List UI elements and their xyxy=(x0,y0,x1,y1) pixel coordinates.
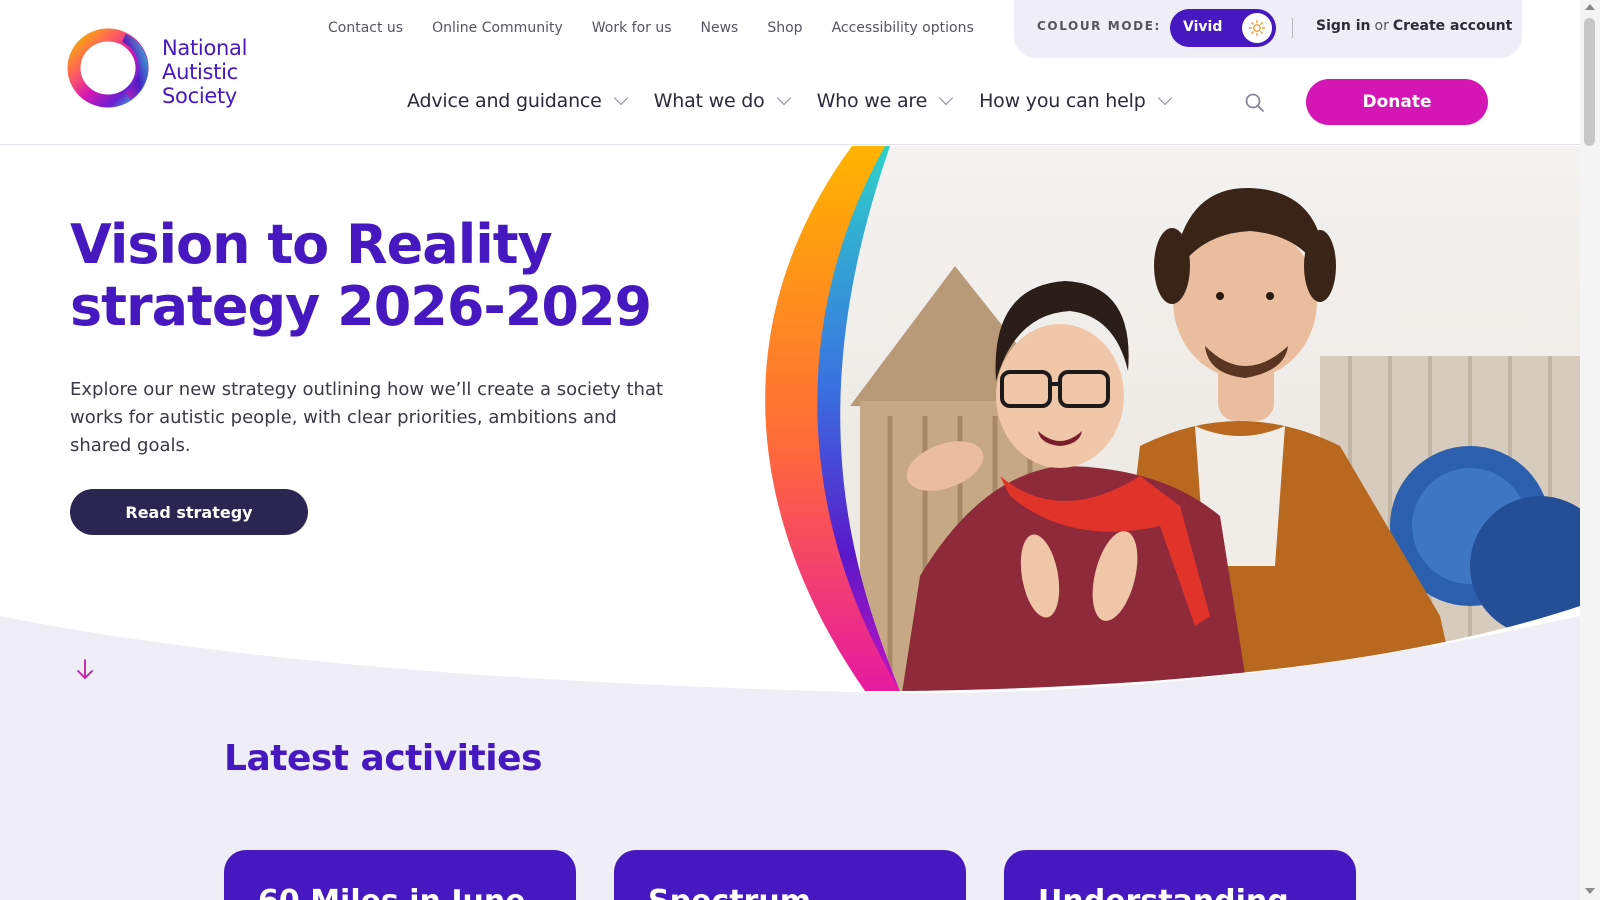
nav-item-advice-and-guidance[interactable]: Advice and guidance xyxy=(407,90,628,112)
colour-mode-value: Vivid xyxy=(1183,19,1223,35)
scroll-down-arrow-icon[interactable] xyxy=(1585,888,1595,894)
create-account-link[interactable]: Create account xyxy=(1393,18,1512,34)
hero-description: Explore our new strategy outlining how w… xyxy=(70,379,664,456)
chevron-down-icon xyxy=(776,90,791,106)
chevron-down-icon xyxy=(939,90,954,106)
divider xyxy=(1292,18,1293,38)
scrollbar-thumb[interactable] xyxy=(1584,18,1595,146)
scroll-down-button[interactable] xyxy=(74,658,96,682)
sun-icon xyxy=(1242,13,1272,43)
site-logo[interactable]: National Autistic Society xyxy=(66,26,276,112)
utility-nav: Contact us Online Community Work for us … xyxy=(328,17,1003,39)
page-scrollbar[interactable] xyxy=(1580,0,1600,900)
chevron-down-icon xyxy=(613,90,628,106)
nav-item-how-you-can-help[interactable]: How you can help xyxy=(979,90,1172,112)
latest-activities-heading: Latest activities xyxy=(224,738,542,779)
hero-title-line: Vision to Reality xyxy=(70,213,553,276)
util-link-contact-us[interactable]: Contact us xyxy=(328,17,403,39)
logo-ring-icon xyxy=(67,28,149,108)
account-or-text: or xyxy=(1374,18,1389,34)
nav-item-who-we-are[interactable]: Who we are xyxy=(816,90,954,112)
donate-button[interactable]: Donate xyxy=(1306,79,1488,125)
util-link-shop[interactable]: Shop xyxy=(767,17,802,39)
arrow-down-icon xyxy=(77,659,93,679)
search-icon xyxy=(1245,93,1264,112)
logo-line: Autistic xyxy=(162,60,238,84)
activity-card-60-miles-in-june[interactable]: 60 Miles in June xyxy=(224,850,576,900)
activity-card-spectrum[interactable]: Spectrum xyxy=(614,850,966,900)
activity-card-understanding[interactable]: Understanding xyxy=(1004,850,1356,900)
util-link-accessibility-options[interactable]: Accessibility options xyxy=(832,17,974,39)
scroll-up-arrow-icon[interactable] xyxy=(1585,4,1595,10)
activity-card-title: Spectrum xyxy=(648,884,811,900)
nav-item-label: Advice and guidance xyxy=(407,90,602,112)
logo-line: Society xyxy=(162,84,238,108)
util-link-online-community[interactable]: Online Community xyxy=(432,17,563,39)
hero-title-line: strategy 2026-2029 xyxy=(70,275,652,338)
nav-item-label: What we do xyxy=(653,90,765,112)
search-button[interactable] xyxy=(1244,92,1266,114)
util-link-news[interactable]: News xyxy=(701,17,739,39)
colour-mode-label: COLOUR MODE: xyxy=(1037,19,1161,33)
nav-item-what-we-do[interactable]: What we do xyxy=(653,90,791,112)
account-links: Sign in or Create account xyxy=(1316,18,1512,34)
activity-card-title: Understanding xyxy=(1038,884,1289,900)
util-link-work-for-us[interactable]: Work for us xyxy=(592,17,672,39)
hero-image xyxy=(765,146,1580,691)
read-strategy-button[interactable]: Read strategy xyxy=(70,489,308,535)
chevron-down-icon xyxy=(1157,90,1172,106)
activity-card-title: 60 Miles in June xyxy=(258,884,526,900)
hero-title: Vision to Reality strategy 2026-2029 xyxy=(70,214,720,338)
logo-line: National xyxy=(162,36,248,60)
colour-mode-toggle[interactable]: Vivid xyxy=(1170,9,1276,47)
main-nav: Advice and guidance What we do Who we ar… xyxy=(407,86,1198,116)
site-header: National Autistic Society Contact us Onl… xyxy=(0,0,1580,145)
logo-wordmark: National Autistic Society xyxy=(162,36,247,108)
nav-item-label: Who we are xyxy=(816,90,928,112)
sign-in-link[interactable]: Sign in xyxy=(1316,18,1371,34)
colour-mode-panel: COLOUR MODE: Vivid Sign in or Create accou… xyxy=(1014,0,1522,58)
nav-item-label: How you can help xyxy=(979,90,1146,112)
